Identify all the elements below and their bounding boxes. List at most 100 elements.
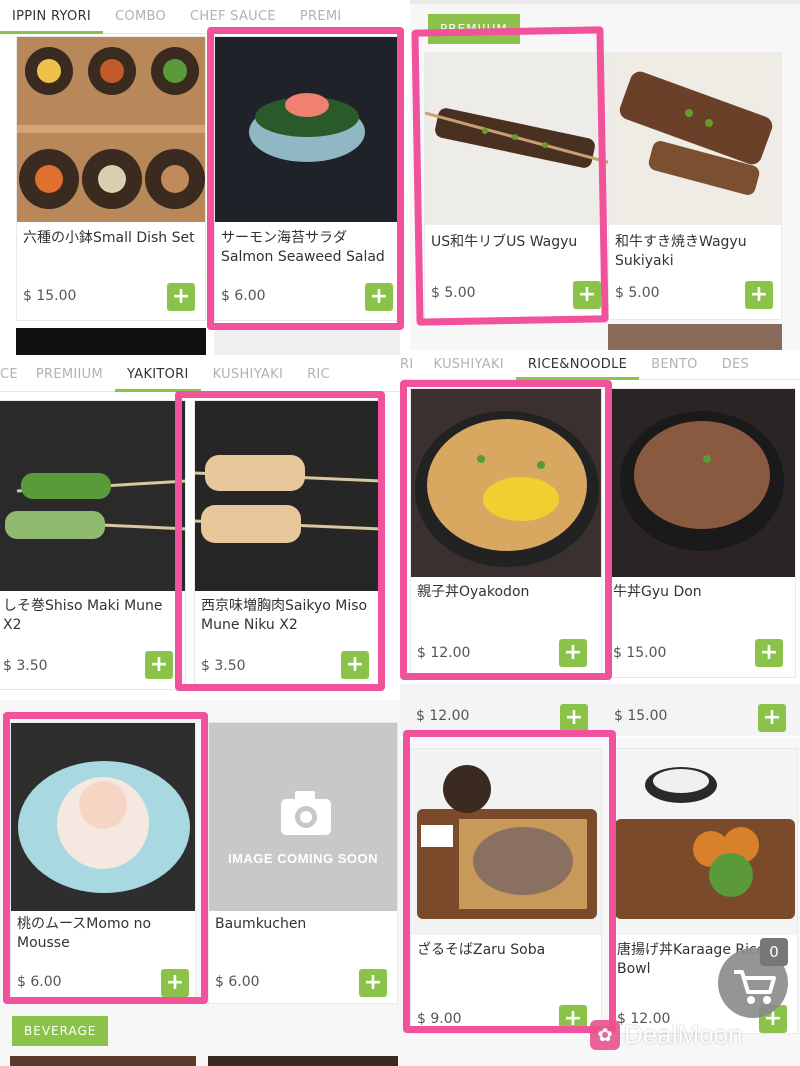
tab-kushiyaki[interactable]: KUSHIYAKI [421,350,515,380]
category-tabs: CE PREMIIUM YAKITORI KUSHIYAKI RIC [0,358,400,392]
menu-card-oyakodon[interactable]: 親子丼Oyakodon $ 12.00 + [410,388,602,678]
tab-premium[interactable]: PREMI [288,0,354,34]
item-name: 西京味増胸肉Saikyo Miso Mune Niku X2 [201,598,368,633]
panel-yakitori: CE PREMIIUM YAKITORI KUSHIYAKI RIC しそ巻Sh… [0,358,400,698]
us-wagyu-photo [425,53,609,225]
salmon-salad-photo [215,37,399,222]
item-name: Baumkuchen [215,916,307,932]
item-price: $ 15.00 [23,288,77,304]
add-to-cart-button[interactable]: + [365,283,393,311]
tab-rice-noodle[interactable]: RICE&NOODLE [515,350,640,380]
tab-ce[interactable]: CE [0,358,24,392]
menu-card-us-wagyu[interactable]: US和牛リブUS Wagyu $ 5.00 + [424,52,610,320]
item-name: 桃のムースMomo no Mousse [17,916,152,951]
panel-premium: PREMIIUM US和牛リブUS Wagyu $ 5.00 + 和牛すき焼きW… [410,0,800,355]
next-row-image-peek [10,1056,196,1066]
food-image [0,401,185,591]
menu-card-zaru-soba[interactable]: ざるそばZaru Soba $ 9.00 + [410,748,602,1034]
tab-chef-sauce[interactable]: CHEF SAUCE [178,0,288,34]
food-image [11,723,195,911]
item-name: ざるそばZaru Soba [417,942,546,958]
add-to-cart-button[interactable]: + [559,639,587,667]
item-price: $ 6.00 [17,974,62,990]
tab-strip-edge [410,0,800,4]
food-image [411,749,601,935]
add-to-cart-button[interactable]: + [755,639,783,667]
item-price: $ 15.00 [613,645,667,661]
item-name: しそ巻Shiso Maki Mune X2 [3,598,163,633]
item-name: サーモン海苔サラダ Salmon Seaweed Salad [221,230,385,265]
panel-dessert: 桃のムースMomo no Mousse $ 6.00 + IMAGE COMIN… [0,700,400,1066]
small-dish-photo [17,37,205,222]
next-row-image-peek [214,328,400,355]
panel-ippin-ryori: IPPIN RYORI COMBO CHEF SAUCE PREMI 六種の小鉢… [0,0,405,355]
food-image [609,53,781,225]
tab-des[interactable]: DES [710,350,761,380]
add-to-cart-button[interactable]: + [167,283,195,311]
karaage-photo [611,749,797,935]
momo-mousse-photo [11,723,195,911]
saikyo-miso-photo [195,401,379,591]
oyakodon-photo [411,389,601,577]
item-name: 牛丼Gyu Don [613,584,702,600]
panel-rice-noodle: RI KUSHIYAKI RICE&NOODLE BENTO DES 親子丼Oy… [400,350,800,680]
item-price: $ 3.50 [201,658,246,674]
add-to-cart-button[interactable]: + [341,651,369,679]
section-header-beverage: BEVERAGE [12,1016,109,1046]
food-image [195,401,379,591]
next-row-image-peek [208,1056,398,1066]
food-image [607,389,795,577]
item-price: $ 3.50 [3,658,48,674]
menu-card-wagyu-sukiyaki[interactable]: 和牛すき焼きWagyu Sukiyaki $ 5.00 + [608,52,782,320]
watermark-logo-icon: ✿ [590,1020,620,1051]
add-to-cart-button[interactable]: + [359,969,387,997]
zaru-soba-photo [411,749,601,935]
tab-premium[interactable]: PREMIIUM [24,358,115,392]
partial-price-strip: $ 12.00 + $ 15.00 + [400,684,800,736]
food-image [411,389,601,577]
add-to-cart-button[interactable]: + [560,704,588,732]
food-image [425,53,609,225]
tab-ri[interactable]: RI [400,350,421,380]
add-to-cart-button[interactable]: + [145,651,173,679]
menu-card-momo-no-mousse[interactable]: 桃のムースMomo no Mousse $ 6.00 + [10,722,196,1004]
item-name: 和牛すき焼きWagyu Sukiyaki [615,234,747,269]
dealmoon-watermark: ✿ DealMoon [590,1018,743,1051]
section-header-premium: PREMIIUM [428,14,520,44]
tab-bento[interactable]: BENTO [639,350,710,380]
item-price: $ 15.00 [614,708,668,724]
food-image [17,37,205,222]
image-coming-soon-label: IMAGE COMING SOON [227,851,379,866]
menu-card-baumkuchen[interactable]: IMAGE COMING SOON Baumkuchen $ 6.00 + [208,722,398,1004]
item-price: $ 9.00 [417,1011,462,1027]
menu-card-salmon-seaweed-salad[interactable]: サーモン海苔サラダ Salmon Seaweed Salad $ 6.00 + [214,36,400,321]
category-tabs: RI KUSHIYAKI RICE&NOODLE BENTO DES [400,350,800,380]
item-price: $ 12.00 [416,708,470,724]
item-price: $ 5.00 [431,285,476,301]
wagyu-sukiyaki-photo [609,53,781,225]
menu-card-shiso-maki-mune[interactable]: しそ巻Shiso Maki Mune X2 $ 3.50 + [0,400,186,690]
next-row-image-peek [16,328,206,355]
add-to-cart-button[interactable]: + [161,969,189,997]
item-price: $ 12.00 [417,645,471,661]
item-name: US和牛リブUS Wagyu [431,234,578,250]
item-name: 親子丼Oyakodon [417,584,530,600]
image-placeholder: IMAGE COMING SOON [209,723,397,911]
tab-combo[interactable]: COMBO [103,0,178,34]
tab-kushiyaki[interactable]: KUSHIYAKI [201,358,295,392]
food-image [611,749,797,935]
tab-rice[interactable]: RIC [295,358,342,392]
menu-card-gyu-don[interactable]: 牛丼Gyu Don $ 15.00 + [606,388,796,678]
add-to-cart-button[interactable]: + [559,1005,587,1033]
add-to-cart-button[interactable]: + [758,704,786,732]
gyu-don-photo [607,389,795,577]
tab-yakitori[interactable]: YAKITORI [115,358,201,392]
item-price: $ 6.00 [215,974,260,990]
tab-ippin-ryori[interactable]: IPPIN RYORI [0,0,104,34]
menu-card-small-dish-set[interactable]: 六種の小鉢Small Dish Set $ 15.00 + [16,36,206,321]
add-to-cart-button[interactable]: + [745,281,773,309]
item-price: $ 6.00 [221,288,266,304]
menu-card-saikyo-miso-mune[interactable]: 西京味増胸肉Saikyo Miso Mune Niku X2 $ 3.50 + [194,400,380,690]
cart-count-badge: 0 [760,938,788,966]
add-to-cart-button[interactable]: + [573,281,601,309]
